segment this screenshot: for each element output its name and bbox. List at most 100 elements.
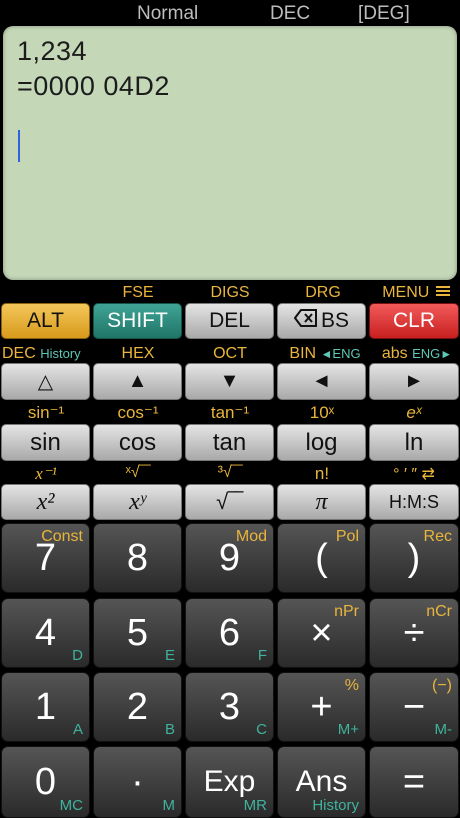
decimal-point-label: · [131, 760, 144, 803]
result-value: =0000 04D2 [17, 71, 170, 101]
log-button[interactable]: log [277, 424, 366, 461]
arctan-label: tan⁻¹ [210, 403, 250, 422]
alt-button[interactable]: ALT [1, 303, 90, 339]
one-button[interactable]: 1A [1, 672, 90, 742]
drg-label: DRG [305, 284, 341, 301]
abs-eng-label: abs ENG► [381, 345, 453, 362]
two-tertiary-label: B [164, 721, 175, 738]
open-paren-secondary-label: Pol [335, 528, 359, 545]
zero-button[interactable]: 0 MC [1, 746, 90, 818]
delete-button[interactable]: DEL [185, 303, 274, 339]
arcsin-label: sin⁻¹ [27, 403, 65, 422]
zero-tertiary-label: MC [59, 797, 83, 814]
bin-eng-label: BIN ◄ENG [289, 345, 361, 362]
plus-tertiary-label: M+ [337, 721, 359, 738]
six-tertiary-label: F [257, 647, 267, 664]
exp-tertiary-label: MR [243, 797, 267, 814]
fse-label: FSE [122, 284, 154, 301]
multiply-secondary-label: nPr [334, 603, 359, 620]
dms-convert-label: ° ′ ″ ⇄ [393, 466, 435, 483]
exp-label: Exp [203, 765, 256, 798]
minus-tertiary-label: M- [434, 721, 453, 738]
cursor-down-button[interactable]: ▼ [185, 363, 274, 400]
eng-left-label: ENG [332, 346, 361, 361]
text-cursor [18, 130, 20, 162]
close-paren-secondary-label: Rec [423, 528, 452, 545]
arccos-label: cos⁻¹ [117, 403, 159, 422]
mode-indicator: Normal [137, 3, 199, 24]
open-paren-button[interactable]: (Pol [277, 523, 366, 593]
nine-button[interactable]: 9 Mod [185, 523, 274, 593]
divide-button[interactable]: ÷ nCr [369, 598, 459, 668]
clear-button[interactable]: CLR [369, 303, 459, 339]
close-paren-button[interactable]: ) Rec [369, 523, 459, 593]
multiply-button[interactable]: × nPr [277, 598, 366, 668]
exp-power-label: eˣ [406, 403, 422, 422]
menu-icon [435, 284, 450, 302]
reciprocal-label: x⁻¹ [35, 464, 57, 483]
eight-button[interactable]: 8 [93, 523, 182, 593]
ans-button[interactable]: Ans History [277, 746, 366, 818]
one-tertiary-label: A [72, 721, 83, 738]
ln-button[interactable]: ln [369, 424, 459, 461]
six-label: 6 [218, 611, 241, 654]
multiply-label: × [310, 611, 333, 654]
five-button[interactable]: 5E [93, 598, 182, 668]
cuberoot-label: ³√‾‾ [217, 464, 243, 481]
cursor-home-button[interactable]: △ [1, 363, 90, 400]
bin-label: BIN [289, 345, 317, 362]
zero-label: 0 [34, 760, 57, 803]
ans-label: Ans [295, 765, 348, 798]
six-button[interactable]: 6F [185, 598, 274, 668]
tan-button[interactable]: tan [185, 424, 274, 461]
square-button[interactable]: x² [1, 484, 90, 520]
backspace-button[interactable]: BS [277, 303, 366, 339]
hex-label: HEX [121, 345, 155, 362]
minus-label: − [402, 685, 426, 728]
minus-secondary-label: (−) [432, 677, 452, 694]
pi-button[interactable]: π [277, 484, 366, 520]
five-tertiary-label: E [164, 647, 175, 664]
four-label: 4 [34, 611, 57, 654]
history-label: History [40, 346, 81, 361]
minus-button[interactable]: − (−) M- [369, 672, 459, 742]
ans-tertiary-label: History [312, 797, 359, 814]
base-indicator: DEC [270, 3, 311, 24]
cos-button[interactable]: cos [93, 424, 182, 461]
eng-right-label: ENG [412, 346, 441, 361]
cursor-right-button[interactable]: ► [369, 363, 459, 400]
seven-button[interactable]: 7 Const [1, 523, 90, 593]
dec-label: DEC [2, 345, 36, 362]
plus-button[interactable]: +% M+ [277, 672, 366, 742]
equals-label: = [402, 760, 426, 803]
decimal-point-button[interactable]: · M [93, 746, 182, 818]
close-paren-label: ) [407, 536, 421, 579]
sqrt-button[interactable]: √‾‾ [185, 484, 274, 520]
exp-button[interactable]: Exp MR [185, 746, 274, 818]
angle-indicator: [DEG] [358, 3, 410, 24]
sin-button[interactable]: sin [1, 424, 90, 461]
hms-button[interactable]: H:M:S [369, 484, 459, 520]
cursor-up-button[interactable]: ▲ [93, 363, 182, 400]
divide-secondary-label: nCr [426, 603, 452, 620]
equals-button[interactable]: = [369, 746, 459, 818]
four-button[interactable]: 4D [1, 598, 90, 668]
three-button[interactable]: 3C [185, 672, 274, 742]
four-tertiary-label: D [72, 647, 83, 664]
calculator-display[interactable]: 1,234 =0000 04D2 [3, 26, 457, 280]
power-button[interactable]: xʸ [93, 484, 182, 520]
decimal-point-tertiary-label: M [162, 797, 176, 814]
cursor-left-button[interactable]: ◄ [277, 363, 366, 400]
eight-label: 8 [126, 536, 149, 579]
factorial-label: n! [314, 464, 330, 483]
five-label: 5 [126, 611, 149, 654]
backspace-icon [293, 309, 318, 333]
input-expression: 1,234 [17, 36, 88, 66]
divide-label: ÷ [403, 611, 425, 654]
abs-label: abs [381, 345, 408, 362]
shift-button[interactable]: SHIFT [93, 303, 182, 339]
menu-label-text: MENU [382, 284, 430, 302]
two-label: 2 [126, 685, 149, 728]
two-button[interactable]: 2B [93, 672, 182, 742]
one-label: 1 [34, 685, 57, 728]
